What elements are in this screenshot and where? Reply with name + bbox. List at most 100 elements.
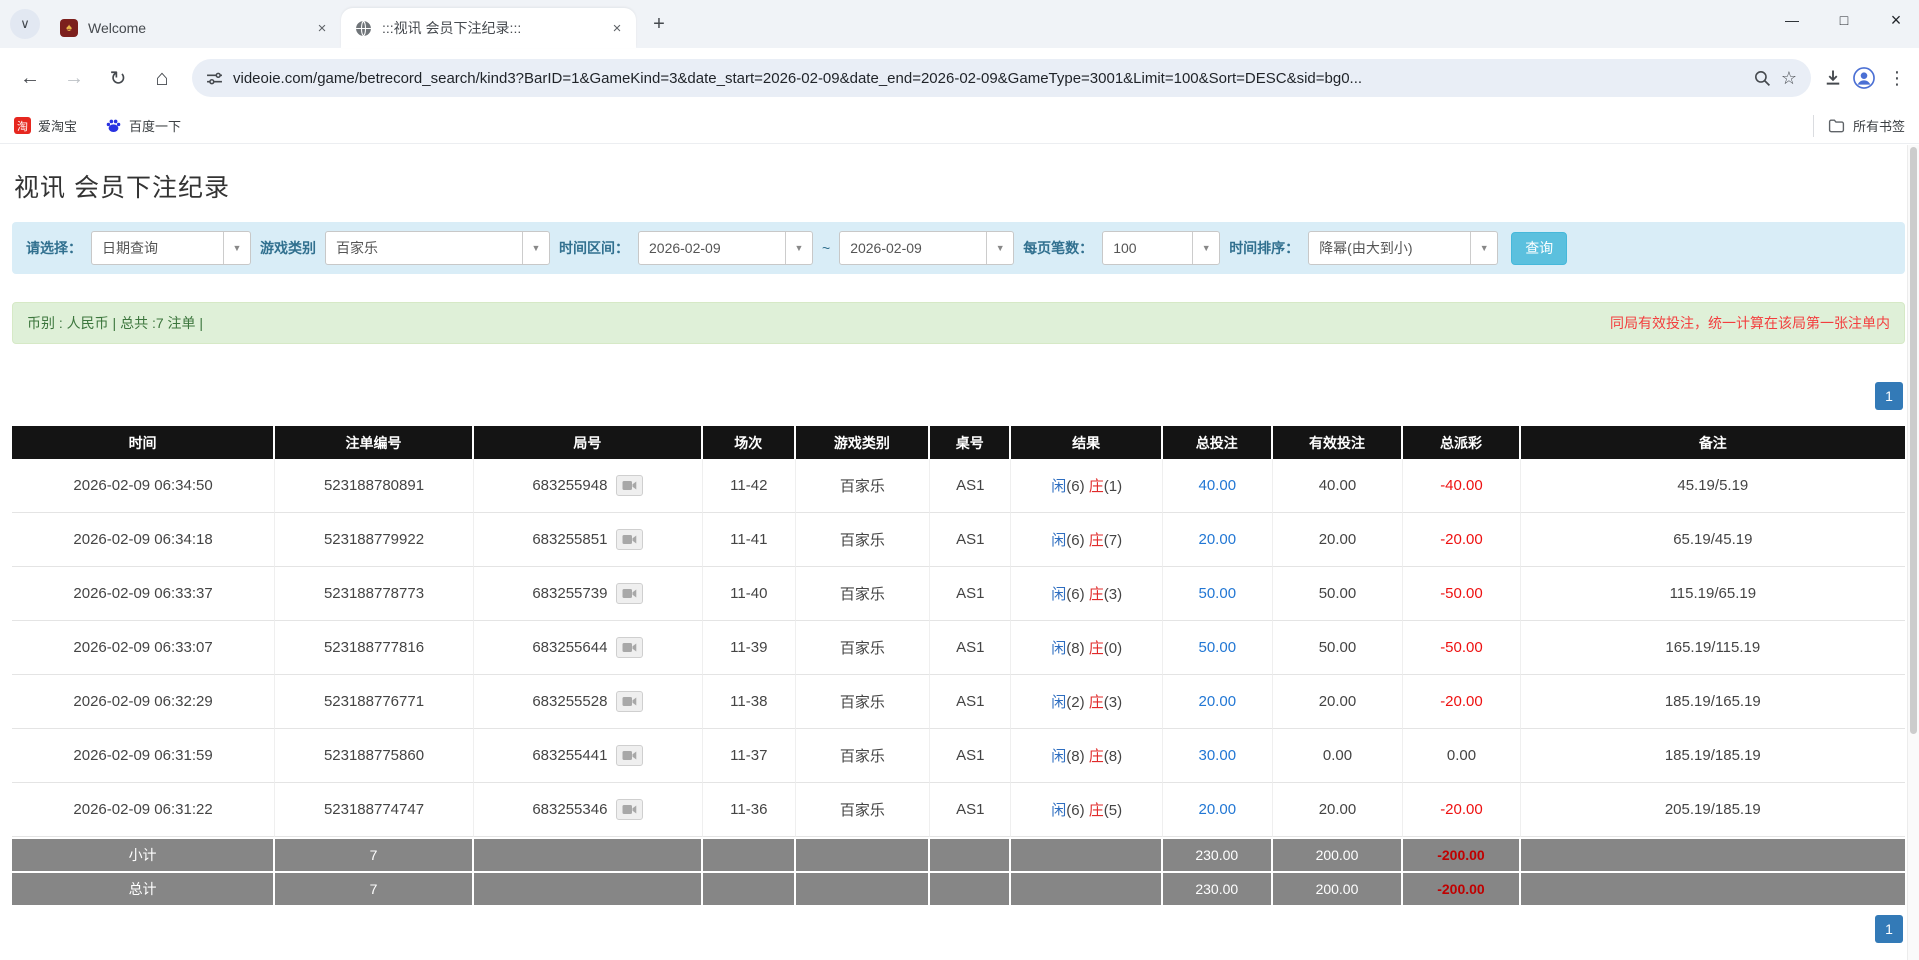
downloads-icon[interactable]	[1823, 68, 1843, 88]
range-separator: ~	[822, 240, 831, 256]
bet-time: 2026-02-09 06:34:18	[12, 513, 276, 567]
forward-button[interactable]: →	[54, 58, 94, 98]
game-kind: 百家乐	[795, 729, 931, 783]
back-button[interactable]: ←	[10, 58, 50, 98]
game-kind: 百家乐	[795, 459, 931, 513]
round-number: 683255739	[532, 585, 608, 602]
site-settings-icon[interactable]	[206, 70, 223, 87]
column-header: 局号	[473, 426, 703, 459]
tab-close-icon[interactable]: ×	[608, 19, 626, 37]
banker-score: (8)	[1103, 748, 1123, 765]
round-number: 683255346	[532, 801, 608, 818]
total-bet-link[interactable]: 50.00	[1199, 639, 1237, 656]
zoom-icon[interactable]	[1754, 70, 1771, 87]
new-tab-button[interactable]: +	[644, 9, 674, 39]
round-cell: 683255644	[473, 621, 703, 675]
video-replay-icon[interactable]	[616, 691, 644, 712]
total-bet-link[interactable]: 20.00	[1199, 801, 1237, 818]
home-button[interactable]: ⌂	[142, 58, 182, 98]
bet-id: 523188776771	[275, 675, 474, 729]
page-1-button[interactable]: 1	[1875, 382, 1903, 410]
page-1-button[interactable]: 1	[1875, 915, 1903, 943]
remark: 65.19/45.19	[1520, 513, 1905, 567]
bet-time: 2026-02-09 06:31:59	[12, 729, 276, 783]
video-replay-icon[interactable]	[616, 799, 644, 820]
round-cell: 683255851	[473, 513, 703, 567]
tab-welcome[interactable]: ♠ Welcome ×	[46, 8, 341, 48]
player-result: 闲	[1051, 478, 1067, 495]
scrollbar[interactable]	[1907, 145, 1919, 960]
per-page-label: 每页笔数：	[1023, 240, 1094, 256]
url-text: videoie.com/game/betrecord_search/kind3?…	[233, 69, 1363, 87]
table-row: 2026-02-09 06:32:29 523188776771 6832555…	[12, 675, 1905, 729]
scrollbar-thumb[interactable]	[1910, 147, 1917, 734]
date-start-select[interactable]: 2026-02-09 ▼	[638, 231, 813, 265]
reload-button[interactable]: ↻	[98, 58, 138, 98]
tab-close-icon[interactable]: ×	[313, 19, 331, 37]
session-number: 11-41	[702, 513, 796, 567]
menu-kebab-icon[interactable]: ⋮	[1885, 68, 1909, 89]
select-type-label: 请选择：	[26, 240, 82, 256]
subtotal-count: 7	[275, 837, 474, 871]
tab-betrecord[interactable]: :::视讯 会员下注纪录::: ×	[341, 8, 636, 48]
total-bet-link[interactable]: 20.00	[1199, 531, 1237, 548]
bet-time: 2026-02-09 06:33:07	[12, 621, 276, 675]
query-type-select[interactable]: 日期查询 ▼	[91, 231, 251, 265]
total-bet-link[interactable]: 20.00	[1199, 693, 1237, 710]
per-page-select[interactable]: 100 ▼	[1102, 231, 1221, 265]
total-bet-link[interactable]: 40.00	[1199, 477, 1237, 494]
table-number: AS1	[930, 783, 1012, 837]
game-kind: 百家乐	[795, 783, 931, 837]
player-score: (6)	[1066, 802, 1085, 819]
chevron-down-icon: ∨	[20, 16, 30, 31]
payout: -50.00	[1403, 621, 1521, 675]
taobao-icon: 淘	[14, 117, 31, 134]
video-replay-icon[interactable]	[616, 637, 644, 658]
remark: 45.19/5.19	[1520, 459, 1905, 513]
result-cell: 闲(6) 庄(3)	[1011, 567, 1163, 621]
currency-summary: 币别 : 人民币 | 总共 :7 注单 |	[27, 315, 204, 331]
close-window-button[interactable]: ×	[1881, 6, 1911, 34]
session-number: 11-38	[702, 675, 796, 729]
video-replay-icon[interactable]	[616, 583, 644, 604]
all-bookmarks-button[interactable]: 所有书签	[1812, 114, 1905, 137]
video-replay-icon[interactable]	[616, 475, 644, 496]
date-end-select[interactable]: 2026-02-09 ▼	[839, 231, 1015, 265]
total-bet-link[interactable]: 30.00	[1199, 747, 1237, 764]
round-number: 683255948	[532, 477, 608, 494]
session-number: 11-39	[702, 621, 796, 675]
bet-time: 2026-02-09 06:32:29	[12, 675, 276, 729]
minimize-button[interactable]: —	[1777, 6, 1807, 34]
result-cell: 闲(8) 庄(8)	[1011, 729, 1163, 783]
round-cell: 683255739	[473, 567, 703, 621]
game-kind-select[interactable]: 百家乐 ▼	[325, 231, 550, 265]
browser-toolbar: ← → ↻ ⌂ videoie.com/game/betrecord_searc…	[0, 48, 1919, 108]
banker-result: 庄	[1088, 586, 1104, 603]
search-button[interactable]: 查询	[1511, 231, 1568, 265]
tab-search-button[interactable]: ∨	[10, 9, 40, 39]
player-score: (2)	[1066, 694, 1085, 711]
round-cell: 683255528	[473, 675, 703, 729]
player-result: 闲	[1051, 586, 1067, 603]
remark: 205.19/185.19	[1520, 783, 1905, 837]
total-bet-link[interactable]: 50.00	[1199, 585, 1237, 602]
profile-avatar-icon[interactable]	[1853, 67, 1875, 89]
bookmark-baidu[interactable]: 百度一下	[105, 116, 181, 135]
column-header: 注单编号	[275, 426, 474, 459]
bookmark-star-icon[interactable]: ☆	[1781, 68, 1797, 89]
window-controls: — □ ×	[1777, 6, 1911, 34]
bookmark-taobao[interactable]: 淘 爱淘宝	[14, 116, 77, 135]
sort-select[interactable]: 降幂(由大到小) ▼	[1308, 231, 1499, 265]
maximize-button[interactable]: □	[1829, 6, 1859, 34]
session-number: 11-40	[702, 567, 796, 621]
video-replay-icon[interactable]	[616, 745, 644, 766]
bet-time: 2026-02-09 06:33:37	[12, 567, 276, 621]
payout: -20.00	[1403, 783, 1521, 837]
tab-strip: ∨ ♠ Welcome × :::视讯 会员下注纪录::: × + — □ ×	[0, 0, 1919, 48]
table-row: 2026-02-09 06:34:18 523188779922 6832558…	[12, 513, 1905, 567]
player-score: (8)	[1066, 748, 1085, 765]
payout: -20.00	[1403, 675, 1521, 729]
video-replay-icon[interactable]	[616, 529, 644, 550]
address-bar[interactable]: videoie.com/game/betrecord_search/kind3?…	[192, 59, 1811, 97]
valid-bet: 20.00	[1272, 783, 1404, 837]
